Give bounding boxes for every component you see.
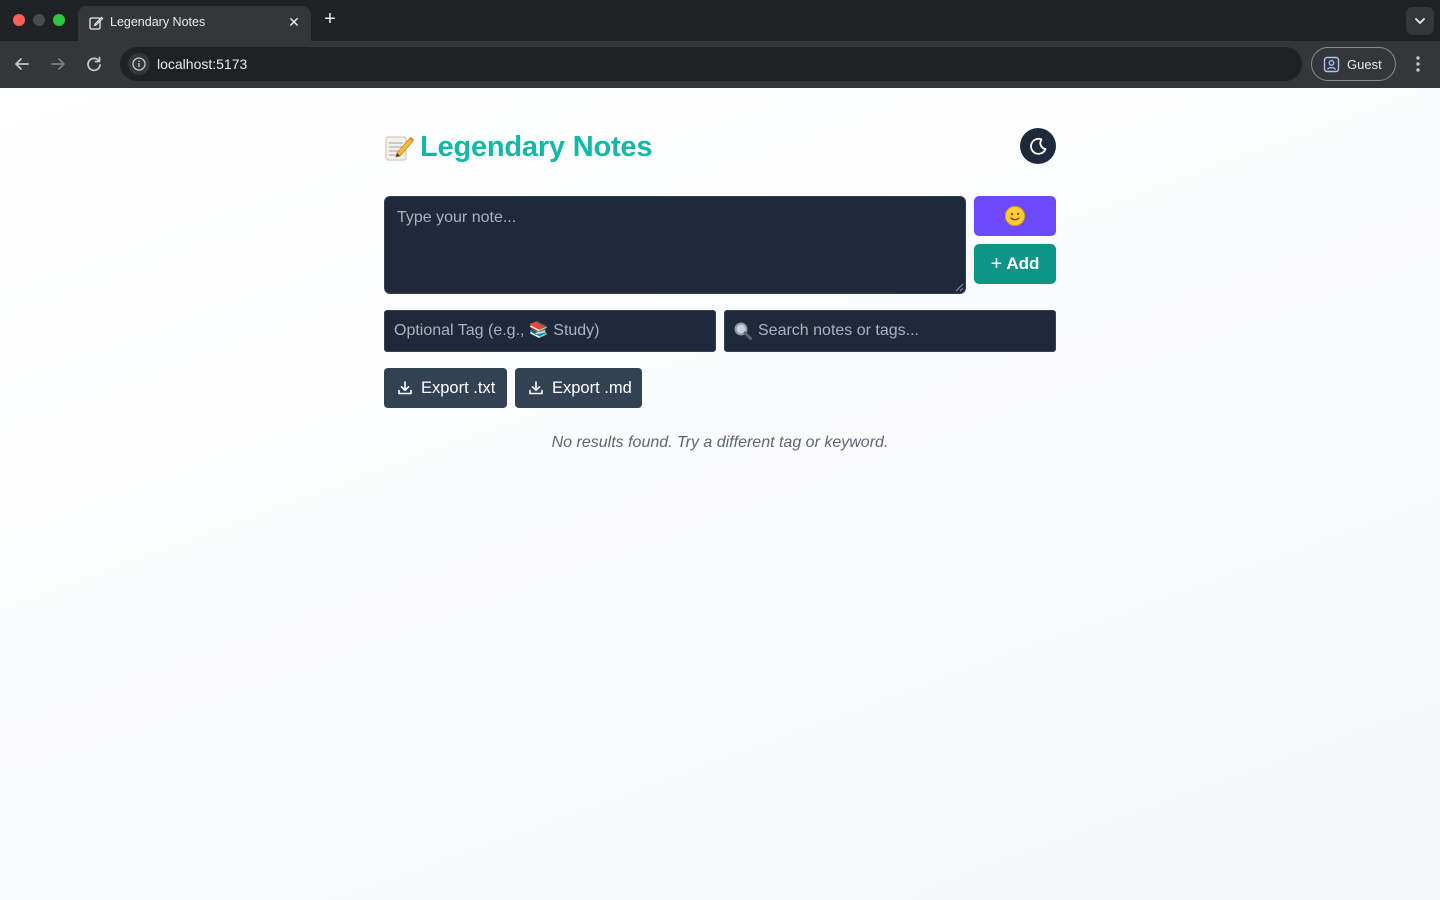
export-md-label: Export .md: [552, 378, 632, 397]
app-page: Legendary Notes + Add: [0, 88, 1440, 900]
close-tab-icon[interactable]: ✕: [285, 13, 303, 31]
edit-note-icon: [89, 16, 104, 30]
profile-button[interactable]: Guest: [1311, 47, 1396, 81]
back-arrow-icon[interactable]: [11, 53, 33, 75]
url-text: localhost:5173: [157, 56, 248, 72]
new-tab-icon[interactable]: +: [320, 9, 340, 29]
site-info-icon[interactable]: [128, 53, 150, 75]
browser-toolbar: localhost:5173 Guest: [0, 41, 1440, 88]
window-minimize-button[interactable]: [33, 14, 45, 26]
app-header: Legendary Notes: [384, 128, 652, 166]
window-close-button[interactable]: [13, 14, 25, 26]
resize-grip-icon[interactable]: [954, 282, 964, 292]
export-md-button[interactable]: Export .md: [515, 368, 642, 408]
chevron-down-icon: [1415, 18, 1425, 24]
theme-toggle-button[interactable]: [1020, 128, 1056, 164]
more-menu-icon[interactable]: [1408, 53, 1428, 75]
tab-title: Legendary Notes: [110, 15, 206, 29]
page-title: Legendary Notes: [420, 130, 653, 163]
download-icon: [398, 381, 412, 395]
search-icon: [734, 322, 752, 340]
add-note-button[interactable]: + Add: [974, 244, 1056, 284]
profile-label: Guest: [1347, 57, 1382, 72]
tab-search-button[interactable]: [1406, 7, 1434, 35]
tag-input[interactable]: [384, 310, 716, 352]
emoji-picker-button[interactable]: [974, 196, 1056, 236]
memo-emoji-icon: [384, 131, 414, 163]
add-button-label: Add: [1006, 254, 1040, 273]
browser-tab-bar: Legendary Notes ✕ +: [0, 0, 1440, 41]
export-txt-button[interactable]: Export .txt: [384, 368, 507, 408]
note-textarea[interactable]: [384, 196, 966, 294]
forward-arrow-icon[interactable]: [47, 53, 69, 75]
address-bar[interactable]: localhost:5173: [120, 47, 1302, 81]
window-maximize-button[interactable]: [53, 14, 65, 26]
empty-results-message: No results found. Try a different tag or…: [551, 434, 889, 451]
export-txt-label: Export .txt: [421, 378, 496, 397]
reload-icon[interactable]: [83, 53, 105, 75]
guest-profile-icon: [1323, 56, 1340, 73]
search-input[interactable]: [724, 310, 1056, 352]
plus-icon: +: [990, 253, 1003, 275]
moon-icon: [1030, 138, 1047, 155]
browser-tab[interactable]: Legendary Notes ✕: [78, 6, 311, 41]
download-icon: [529, 381, 543, 395]
smiling-face-icon: [1005, 206, 1025, 226]
